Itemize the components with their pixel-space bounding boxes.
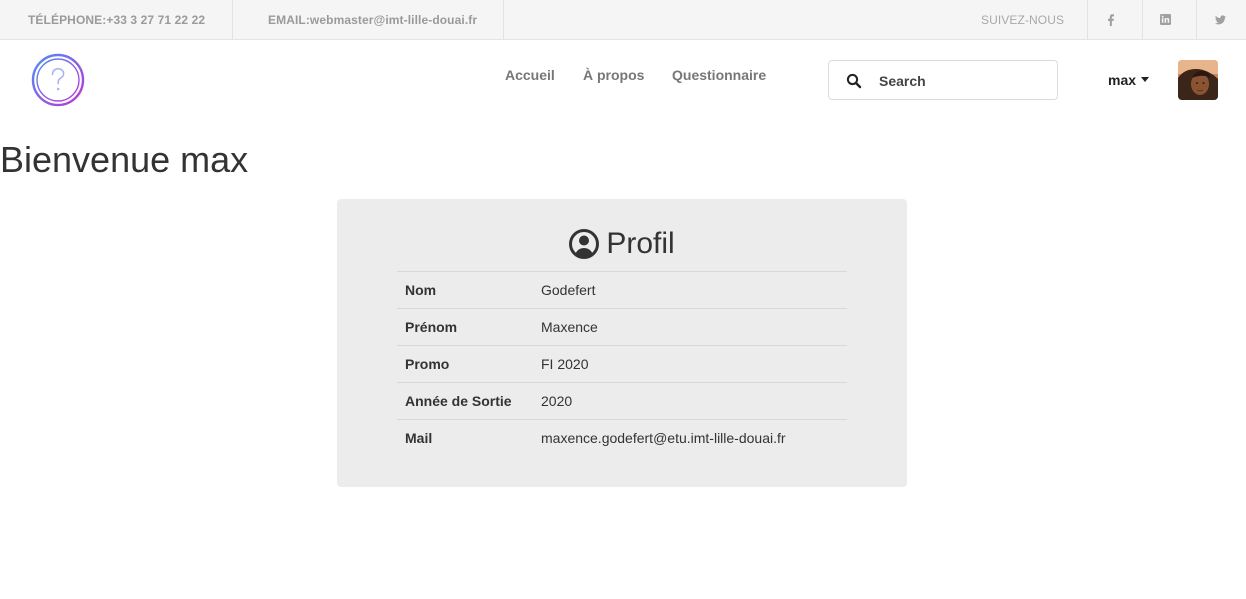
row-value: Godefert bbox=[541, 271, 847, 309]
divider bbox=[232, 0, 233, 39]
profile-card: Profil Nom Godefert Prénom Maxence Promo… bbox=[337, 199, 907, 487]
row-label: Année de Sortie bbox=[397, 382, 541, 420]
row-label: Prénom bbox=[397, 308, 541, 346]
profile-table: Nom Godefert Prénom Maxence Promo FI 202… bbox=[397, 271, 847, 457]
page-title: Bienvenue max bbox=[0, 139, 249, 180]
search-box bbox=[828, 60, 1058, 100]
row-label: Mail bbox=[397, 419, 541, 457]
facebook-icon[interactable] bbox=[1089, 0, 1133, 39]
card-title: Profil bbox=[337, 227, 907, 261]
row-value: 2020 bbox=[541, 382, 847, 420]
divider bbox=[503, 0, 504, 39]
table-row: Nom Godefert bbox=[397, 271, 847, 309]
follow-us-label: SUIVEZ-NOUS bbox=[981, 12, 1065, 27]
nav-link-a-propos[interactable]: À propos bbox=[583, 67, 644, 83]
user-circle-icon bbox=[569, 229, 600, 259]
table-row: Prénom Maxence bbox=[397, 308, 847, 346]
table-row: Mail maxence.godefert@etu.imt-lille-doua… bbox=[397, 419, 847, 457]
nav-link-questionnaire[interactable]: Questionnaire bbox=[672, 67, 766, 83]
table-row: Promo FI 2020 bbox=[397, 345, 847, 383]
email-info: EMAIL:webmaster@imt-lille-douai.fr bbox=[268, 12, 478, 27]
twitter-icon[interactable] bbox=[1198, 0, 1242, 39]
username-label: max bbox=[1108, 72, 1137, 88]
search-icon bbox=[846, 73, 862, 89]
row-value: Maxence bbox=[541, 308, 847, 346]
table-row: Année de Sortie 2020 bbox=[397, 382, 847, 420]
search-input[interactable] bbox=[879, 70, 1049, 92]
logo-question-icon[interactable] bbox=[31, 53, 85, 107]
card-title-label: Profil bbox=[606, 227, 675, 260]
row-label: Promo bbox=[397, 345, 541, 383]
linkedin-icon[interactable] bbox=[1143, 0, 1187, 39]
row-value: FI 2020 bbox=[541, 345, 847, 383]
caret-down-icon bbox=[1141, 76, 1150, 82]
main-navbar: Accueil À propos Questionnaire max bbox=[0, 40, 1246, 120]
divider bbox=[1087, 0, 1088, 39]
phone-info: TÉLÉPHONE:+33 3 27 71 22 22 bbox=[28, 12, 206, 27]
user-dropdown[interactable]: max bbox=[1108, 72, 1150, 88]
top-info-bar: TÉLÉPHONE:+33 3 27 71 22 22 EMAIL:webmas… bbox=[0, 0, 1246, 40]
row-value: maxence.godefert@etu.imt-lille-douai.fr bbox=[541, 419, 847, 457]
row-label: Nom bbox=[397, 271, 541, 309]
divider bbox=[1196, 0, 1197, 39]
avatar[interactable] bbox=[1178, 60, 1218, 100]
nav-link-accueil[interactable]: Accueil bbox=[505, 67, 555, 83]
